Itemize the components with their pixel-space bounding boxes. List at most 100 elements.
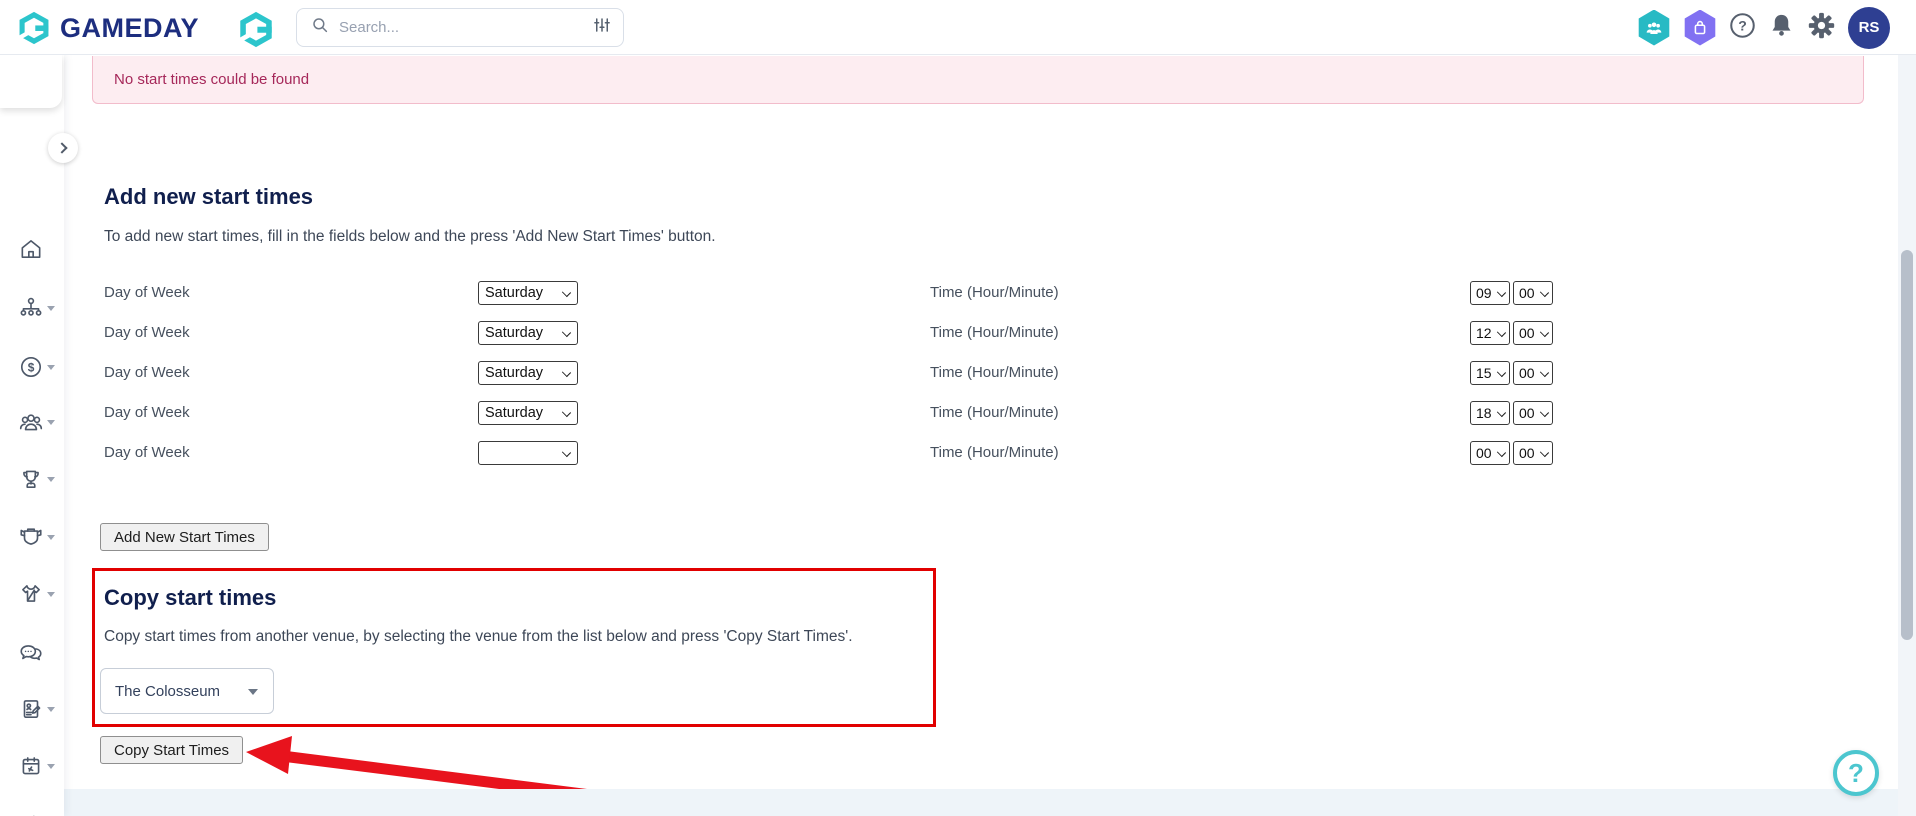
select-caret-icon [1496, 447, 1507, 458]
sidebar-item-org[interactable] [18, 295, 44, 321]
select-caret-icon [1539, 327, 1550, 338]
hour-select[interactable]: 09 [1470, 281, 1510, 305]
search-box[interactable] [296, 8, 624, 47]
add-section-description: To add new start times, fill in the fiel… [104, 228, 716, 245]
day-select[interactable]: Saturday [478, 361, 578, 385]
scrollbar[interactable] [1898, 55, 1916, 816]
hour-select[interactable]: 00 [1470, 441, 1510, 465]
caret-down-icon [47, 707, 55, 712]
hour-select[interactable]: 15 [1470, 361, 1510, 385]
sidebar-item-reports[interactable] [18, 812, 44, 816]
day-select[interactable]: Saturday [478, 321, 578, 345]
add-new-start-times-button[interactable]: Add New Start Times [100, 523, 269, 551]
org-structure-icon [20, 297, 42, 316]
people-hexagon-icon[interactable] [1638, 9, 1670, 46]
user-avatar[interactable]: RS [1848, 6, 1890, 49]
minute-select[interactable]: 00 [1513, 361, 1553, 385]
gameday-start-times-page: GAMEDAY Search... ? RS $ No start times … [0, 0, 1916, 816]
day-select[interactable] [478, 441, 578, 465]
gameday-logo-icon[interactable] [16, 11, 52, 45]
chevron-down-icon [248, 689, 258, 695]
org-logo-icon[interactable] [236, 11, 276, 48]
day-of-week-label: Day of Week [104, 364, 190, 381]
settings-gear-icon[interactable] [1807, 11, 1836, 45]
communications-chat-icon [20, 645, 42, 661]
schedule-calendar-icon [22, 757, 40, 775]
select-caret-icon [561, 287, 572, 298]
caret-down-icon [47, 592, 55, 597]
time-label: Time (Hour/Minute) [930, 324, 1059, 341]
sidebar: $ [0, 55, 78, 816]
scrollbar-thumb[interactable] [1901, 250, 1913, 640]
sidebar-expand-button[interactable] [48, 133, 78, 163]
sidebar-item-communications[interactable] [18, 640, 44, 666]
alert-message: No start times could be found [114, 71, 310, 88]
topbar-actions: ? RS [1637, 0, 1890, 55]
copy-section-title: Copy start times [104, 585, 277, 610]
teams-jersey-icon [22, 585, 40, 602]
venue-select[interactable]: The Colosseum [100, 668, 274, 714]
hour-select[interactable]: 12 [1470, 321, 1510, 345]
sidebar-item-schedule[interactable] [18, 753, 44, 779]
search-input[interactable] [339, 19, 593, 36]
alert-banner: No start times could be found [92, 56, 1864, 104]
select-caret-icon [1496, 287, 1507, 298]
select-caret-icon [1539, 407, 1550, 418]
svg-text:$: $ [28, 360, 35, 374]
sidebar-item-registrations[interactable] [18, 696, 44, 722]
sidebar-item-finance[interactable]: $ [18, 354, 44, 380]
day-select[interactable]: Saturday [478, 401, 578, 425]
minute-select[interactable]: 00 [1513, 321, 1553, 345]
sidebar-item-home[interactable] [18, 236, 44, 262]
select-caret-icon [1496, 327, 1507, 338]
minute-select[interactable]: 00 [1513, 441, 1553, 465]
caret-down-icon [47, 306, 55, 311]
select-caret-icon [561, 407, 572, 418]
finance-dollar-icon: $ [20, 356, 42, 378]
caret-down-icon [47, 764, 55, 769]
clubs-shield-icon [20, 528, 42, 545]
day-select[interactable]: Saturday [478, 281, 578, 305]
registrations-form-icon [23, 700, 41, 718]
copy-start-times-button[interactable]: Copy Start Times [100, 736, 244, 764]
caret-down-icon [47, 477, 55, 482]
day-of-week-label: Day of Week [104, 444, 190, 461]
caret-down-icon [47, 420, 55, 425]
svg-text:?: ? [1738, 17, 1747, 33]
sidebar-item-competitions[interactable] [18, 466, 44, 492]
time-label: Time (Hour/Minute) [930, 444, 1059, 461]
footer-strip [64, 789, 1898, 816]
hour-select[interactable]: 18 [1470, 401, 1510, 425]
topbar: GAMEDAY Search... ? RS [0, 0, 1916, 55]
reports-pie-icon [33, 815, 35, 816]
home-icon [21, 240, 41, 258]
sidebar-item-clubs[interactable] [18, 524, 44, 550]
time-label: Time (Hour/Minute) [930, 284, 1059, 301]
add-section-title: Add new start times [104, 184, 314, 209]
minute-select[interactable]: 00 [1513, 281, 1553, 305]
select-caret-icon [561, 447, 572, 458]
filter-tune-icon[interactable] [593, 16, 611, 39]
sidebar-top-panel [0, 55, 62, 108]
chevron-right-icon [55, 142, 68, 154]
search-icon [311, 16, 329, 39]
day-of-week-label: Day of Week [104, 324, 190, 341]
caret-down-icon [47, 365, 55, 370]
help-circle-icon[interactable]: ? [1729, 12, 1756, 44]
select-caret-icon [1496, 407, 1507, 418]
sidebar-item-teams[interactable] [18, 581, 44, 607]
help-bubble[interactable]: ? [1833, 750, 1879, 796]
gameday-logo-text: GAMEDAY [60, 13, 200, 43]
day-of-week-label: Day of Week [104, 284, 190, 301]
select-caret-icon [1496, 367, 1507, 378]
time-label: Time (Hour/Minute) [930, 364, 1059, 381]
caret-down-icon [47, 535, 55, 540]
notifications-bell-icon[interactable] [1768, 12, 1795, 44]
minute-select[interactable]: 00 [1513, 401, 1553, 425]
members-icon [19, 414, 43, 431]
copy-section-description: Copy start times from another venue, by … [104, 628, 853, 645]
day-of-week-label: Day of Week [104, 404, 190, 421]
marketplace-bag-hexagon-icon[interactable] [1684, 9, 1716, 46]
competitions-trophy-icon [23, 470, 39, 488]
sidebar-item-members[interactable] [18, 409, 44, 435]
